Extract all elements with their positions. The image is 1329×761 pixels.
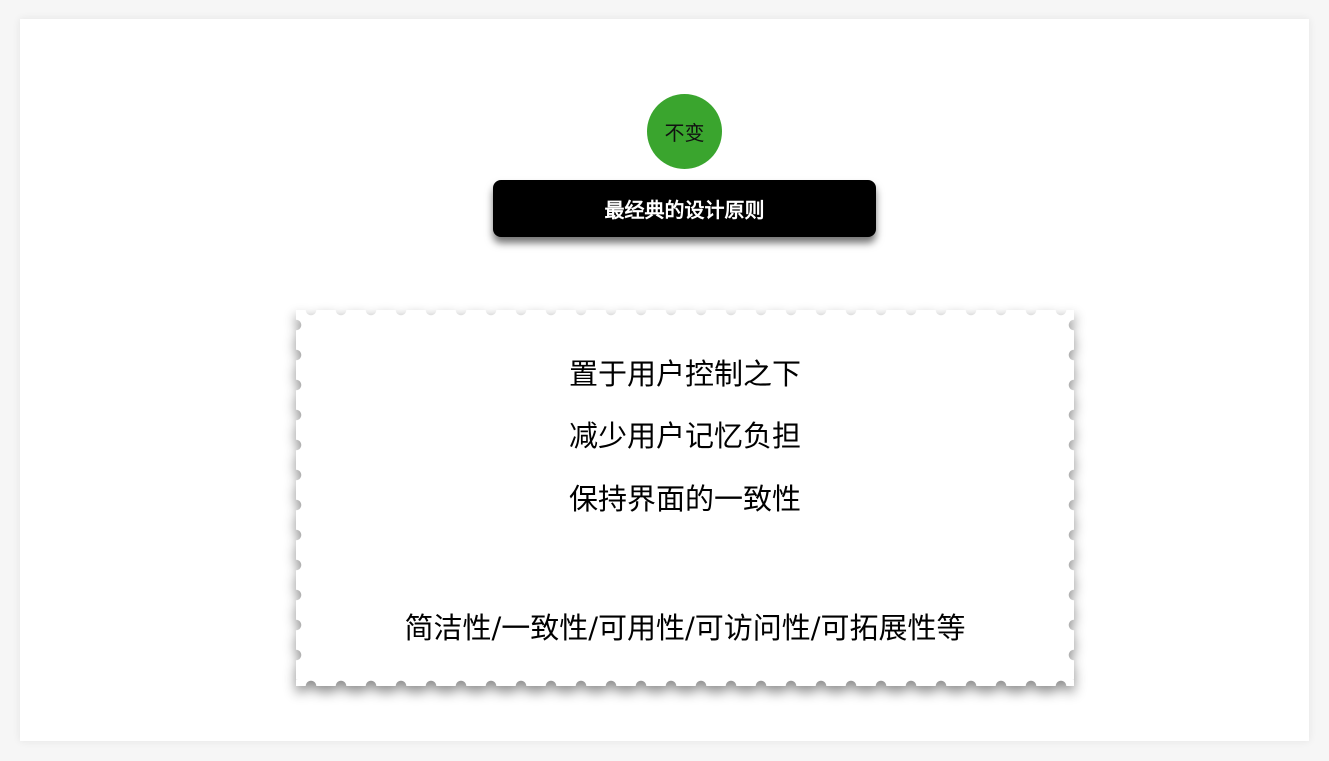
principle-1: 置于用户控制之下 (568, 357, 801, 391)
principle-2: 减少用户记忆负担 (568, 419, 801, 453)
summary-text: 简洁性/一致性/可用性/可访问性/可拓展性等 (404, 611, 966, 645)
principle-3: 保持界面的一致性 (568, 482, 801, 516)
stamp-card: 置于用户控制之下 减少用户记忆负担 保持界面的一致性 简洁性/一致性/可用性/可… (296, 310, 1074, 686)
slide: 不变 最经典的设计原则 置于用户控制之下 减少用户记忆负担 保持界面的一致性 简… (20, 19, 1309, 741)
badge-circle: 不变 (647, 94, 722, 169)
badge-label: 不变 (664, 121, 705, 145)
banner-title: 最经典的设计原则 (604, 198, 765, 222)
title-banner: 最经典的设计原则 (493, 180, 876, 237)
